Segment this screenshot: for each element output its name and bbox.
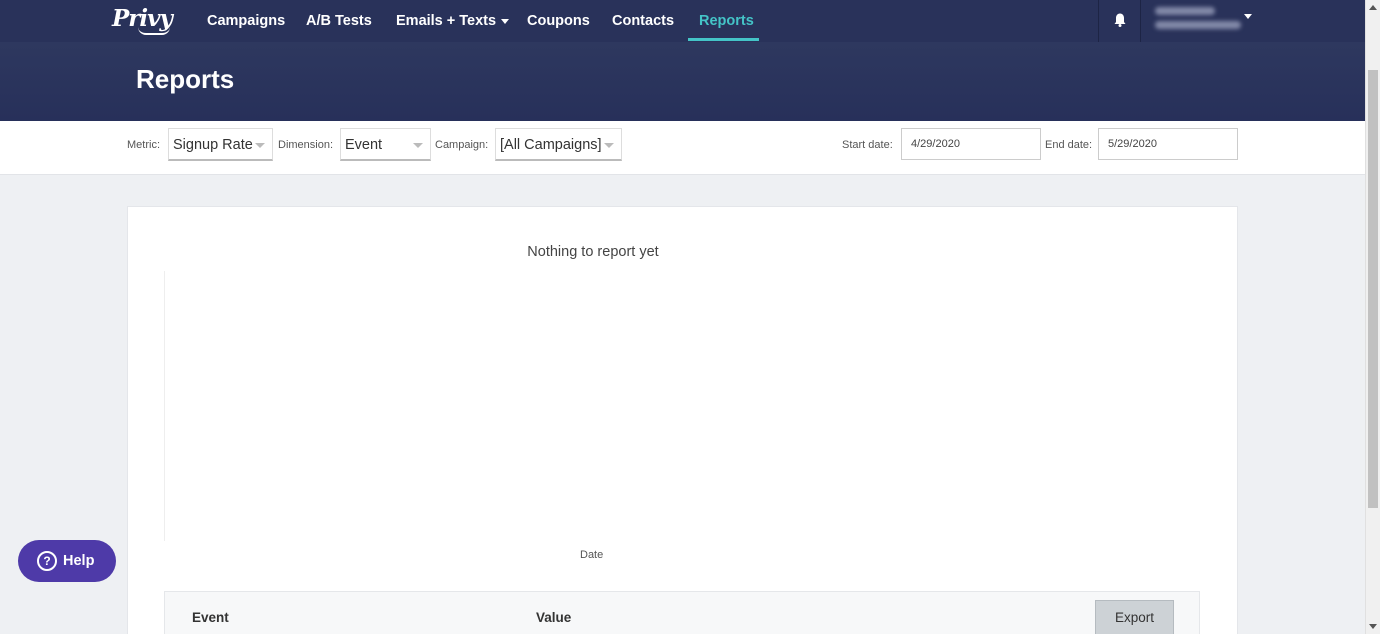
scroll-down-arrow-icon[interactable] — [1369, 624, 1377, 629]
report-table-header: Event Value Export — [164, 591, 1200, 634]
column-header-value[interactable]: Value — [536, 610, 571, 625]
dropdown-arrow-icon — [413, 143, 423, 148]
nav-campaigns[interactable]: Campaigns — [207, 0, 285, 42]
empty-state-message: Nothing to report yet — [527, 244, 659, 260]
active-tab-indicator — [688, 38, 759, 41]
end-date-input[interactable]: 5/29/2020 — [1098, 128, 1238, 160]
chevron-down-icon[interactable] — [1244, 14, 1252, 19]
metric-label: Metric: — [127, 139, 160, 151]
account-menu[interactable] — [1155, 7, 1241, 35]
nav-contacts[interactable]: Contacts — [612, 0, 674, 42]
campaign-select-value: [All Campaigns] — [500, 137, 602, 153]
dropdown-arrow-icon — [255, 143, 265, 148]
scrollbar-thumb[interactable] — [1368, 70, 1378, 508]
dimension-label: Dimension: — [278, 139, 334, 151]
logo-swoosh — [138, 27, 170, 35]
campaign-label: Campaign: — [435, 139, 489, 151]
question-mark-icon: ? — [37, 551, 57, 571]
nav-divider — [1140, 0, 1141, 42]
nav-reports[interactable]: Reports — [699, 0, 754, 42]
filter-bar: Metric: Signup Rate Dimension: Event Cam… — [0, 121, 1365, 175]
nav-ab-tests[interactable]: A/B Tests — [306, 0, 372, 42]
dimension-select[interactable]: Event — [340, 128, 431, 161]
bell-icon[interactable] — [1114, 13, 1126, 27]
export-button[interactable]: Export — [1095, 600, 1174, 634]
chart-x-axis-label: Date — [580, 549, 604, 561]
scroll-up-arrow-icon[interactable] — [1369, 5, 1377, 10]
nav-emails-texts-label: Emails + Texts — [396, 13, 497, 29]
vertical-scrollbar[interactable] — [1365, 0, 1380, 634]
dropdown-arrow-icon — [604, 143, 614, 148]
nav-coupons[interactable]: Coupons — [527, 0, 590, 42]
page-header: Reports — [0, 42, 1365, 121]
metric-select[interactable]: Signup Rate — [168, 128, 273, 161]
chart-y-axis — [164, 271, 165, 541]
page-title: Reports — [136, 64, 235, 94]
top-navbar: Privy Campaigns A/B Tests Emails + Texts… — [0, 0, 1365, 42]
dimension-select-value: Event — [345, 137, 383, 153]
nav-divider — [1098, 0, 1099, 42]
report-card: Nothing to report yet Date Event Value E… — [127, 206, 1238, 634]
metric-select-value: Signup Rate — [173, 137, 253, 153]
start-date-label: Start date: — [842, 139, 893, 151]
end-date-label: End date: — [1045, 139, 1093, 151]
start-date-input[interactable]: 4/29/2020 — [901, 128, 1041, 160]
help-button-label: Help — [63, 553, 95, 569]
column-header-event[interactable]: Event — [192, 610, 229, 625]
help-button[interactable]: ? Help — [18, 540, 116, 582]
nav-emails-texts[interactable]: Emails + Texts — [396, 0, 510, 42]
campaign-select[interactable]: [All Campaigns] — [495, 128, 622, 161]
chevron-down-icon — [501, 18, 510, 24]
